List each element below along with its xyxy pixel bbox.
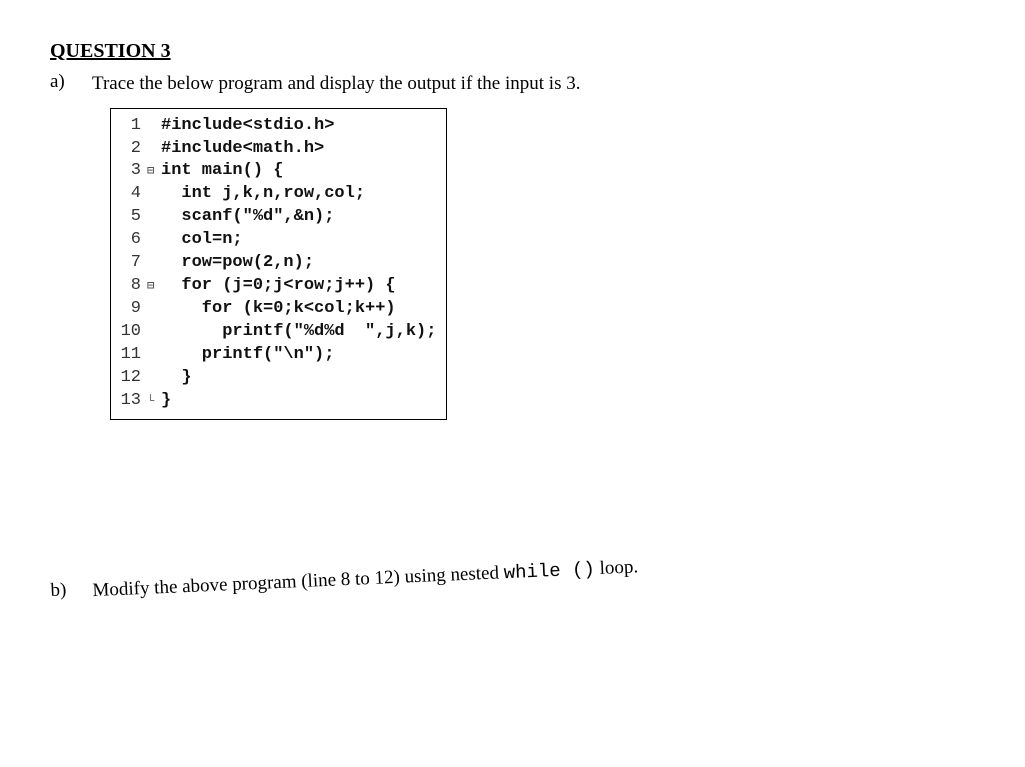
code-text: printf("\n"); xyxy=(161,344,334,367)
code-text: } xyxy=(161,390,171,413)
code-line: 9 for (k=0;k<col;k++) xyxy=(115,298,436,321)
code-text: scanf("%d",&n); xyxy=(161,206,334,229)
code-text: #include<math.h> xyxy=(161,138,324,161)
code-line: 8 ⊟ for (j=0;j<row;j++) { xyxy=(115,275,436,298)
line-number: 3 xyxy=(115,160,141,183)
part-b-row: b) Modify the above program (line 8 to 1… xyxy=(50,539,975,606)
fold-icon: ⊟ xyxy=(147,278,159,294)
line-number: 4 xyxy=(115,183,141,206)
code-text: int j,k,n,row,col; xyxy=(161,183,365,206)
code-text: for (k=0;k<col;k++) xyxy=(161,298,396,321)
code-text: } xyxy=(161,367,192,390)
part-b-text-pre: Modify the above program (line 8 to 12) … xyxy=(92,562,504,601)
line-number: 2 xyxy=(115,138,141,161)
code-line: 2 #include<math.h> xyxy=(115,138,436,161)
code-line: 3 ⊟int main() { xyxy=(115,160,436,183)
code-text: for (j=0;j<row;j++) { xyxy=(161,275,396,298)
part-b-label: b) xyxy=(50,579,75,602)
code-line: 12 } xyxy=(115,367,436,390)
code-line: 11 printf("\n"); xyxy=(115,344,436,367)
line-number: 12 xyxy=(115,367,141,390)
part-b-mono: while () xyxy=(503,558,595,584)
line-number: 9 xyxy=(115,298,141,321)
code-line: 4 int j,k,n,row,col; xyxy=(115,183,436,206)
question-heading: QUESTION 3 xyxy=(50,40,975,63)
code-text: int main() { xyxy=(161,160,283,183)
part-a-row: a) Trace the below program and display t… xyxy=(50,71,975,98)
line-number: 8 xyxy=(115,275,141,298)
code-block: 1#include<stdio.h> 2#include<math.h> 3⊟i… xyxy=(110,108,447,420)
part-b-prompt: Modify the above program (line 8 to 12) … xyxy=(92,554,639,604)
line-number: 6 xyxy=(115,229,141,252)
code-line: 7 row=pow(2,n); xyxy=(115,252,436,275)
line-number: 10 xyxy=(115,321,141,344)
code-line: 1 #include<stdio.h> xyxy=(115,115,436,138)
part-a-label: a) xyxy=(50,71,74,93)
code-text: row=pow(2,n); xyxy=(161,252,314,275)
line-number: 7 xyxy=(115,252,141,275)
code-text: printf("%d%d ",j,k); xyxy=(161,321,436,344)
code-line: 6 col=n; xyxy=(115,229,436,252)
fold-icon: ⊟ xyxy=(147,163,159,179)
code-text: col=n; xyxy=(161,229,243,252)
code-line: 10 printf("%d%d ",j,k); xyxy=(115,321,436,344)
fold-icon: └ xyxy=(147,393,159,409)
line-number: 11 xyxy=(115,344,141,367)
code-text: #include<stdio.h> xyxy=(161,115,334,138)
code-line: 5 scanf("%d",&n); xyxy=(115,206,436,229)
part-b-text-post: loop. xyxy=(594,556,638,579)
line-number: 5 xyxy=(115,206,141,229)
part-a-prompt: Trace the below program and display the … xyxy=(92,71,580,98)
line-number: 13 xyxy=(115,390,141,413)
line-number: 1 xyxy=(115,115,141,138)
code-line: 13 └} xyxy=(115,390,436,413)
